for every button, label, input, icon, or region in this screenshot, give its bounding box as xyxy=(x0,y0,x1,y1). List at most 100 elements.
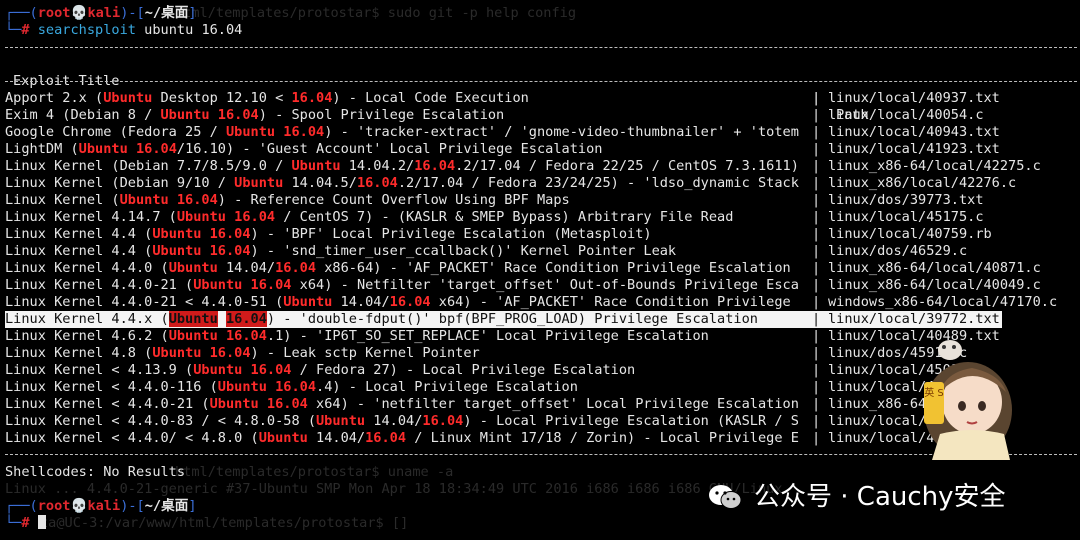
search-match: Ubuntu 16.04 xyxy=(193,277,292,293)
exploit-title: Linux Kernel 4.4.x (Ubuntu 16.04) - 'dou… xyxy=(5,311,813,328)
table-row-selected[interactable]: Linux Kernel 4.4.x (Ubuntu 16.04) - 'dou… xyxy=(0,311,1080,328)
search-match: Ubuntu 16.04 xyxy=(176,209,276,225)
ghost-line: Linux ... 4.4.0-21-generic #37-Ubuntu SM… xyxy=(5,481,783,497)
table-row[interactable]: Linux Kernel < 4.13.9 (Ubuntu 16.04 / Fe… xyxy=(0,362,1080,379)
prompt-host: kali xyxy=(87,5,121,21)
title-text: ) - Local Privilege Escalation (KASLR / … xyxy=(463,413,799,429)
search-match: 16.04 xyxy=(275,260,317,276)
title-text: Desktop 12.10 < xyxy=(152,90,292,106)
exploit-path: linux/local/41923.txt xyxy=(828,141,1000,157)
table-row[interactable]: Linux Kernel 4.4 (Ubuntu 16.04) - 'BPF' … xyxy=(0,226,1080,243)
title-text: Linux Kernel < 4.13.9 ( xyxy=(5,362,194,378)
column-divider: | xyxy=(812,260,821,276)
wechat-icon xyxy=(709,485,742,509)
column-divider: | xyxy=(812,362,821,378)
title-text: ) - Leak sctp Kernel Pointer xyxy=(250,345,480,361)
terminal-window[interactable]: html/templates/protostar$ sudo git -p he… xyxy=(0,0,1080,540)
table-row[interactable]: Google Chrome (Fedora 25 / Ubuntu 16.04)… xyxy=(0,124,1080,141)
table-row[interactable]: Linux Kernel 4.4 (Ubuntu 16.04) - 'snd_t… xyxy=(0,243,1080,260)
title-text: 14.04/ xyxy=(365,413,423,429)
exploit-title: Linux Kernel < 4.4.0/ < 4.8.0 (Ubuntu 14… xyxy=(5,430,813,447)
exploit-path: linux_x86-64/local/40049.c xyxy=(828,277,1041,293)
search-match: Ubuntu 16.04 xyxy=(168,328,267,344)
table-row[interactable]: Apport 2.x (Ubuntu Desktop 12.10 < 16.04… xyxy=(0,90,1080,107)
prompt-frame-close: ] xyxy=(188,498,197,514)
column-divider: | xyxy=(812,209,821,225)
table-row[interactable]: Exim 4 (Debian 8 / Ubuntu 16.04) - Spool… xyxy=(0,107,1080,124)
command-name: searchsploit xyxy=(37,22,136,38)
exploit-path: linux/dos/46529.c xyxy=(828,243,968,259)
title-text: Linux Kernel ( xyxy=(5,192,120,208)
search-match: Ubuntu xyxy=(168,260,218,276)
title-text: ) - 'BPF' Local Privilege Escalation (Me… xyxy=(250,226,652,242)
table-row[interactable]: Linux Kernel 4.14.7 (Ubuntu 16.04 / Cent… xyxy=(0,209,1080,226)
title-text: x86-64) - 'AF_PACKET' Race Condition Pri… xyxy=(316,260,791,276)
exploit-title: Linux Kernel (Debian 9/10 / Ubuntu 14.04… xyxy=(5,175,813,192)
title-text: 14.04/ xyxy=(332,294,390,310)
search-match: Ubuntu xyxy=(168,311,218,327)
title-text: Linux Kernel 4.14.7 ( xyxy=(5,209,177,225)
shellcodes-line: Shellcodes: No Results xyxy=(5,464,186,480)
prompt-hash: # xyxy=(21,515,30,531)
title-text: LightDM ( xyxy=(5,141,79,157)
table-row[interactable]: Linux Kernel 4.8 (Ubuntu 16.04) - Leak s… xyxy=(0,345,1080,362)
column-divider: | xyxy=(812,328,821,344)
prompt-user: root xyxy=(37,5,71,21)
table-row[interactable]: Linux Kernel 4.6.2 (Ubuntu 16.04.1) - 'I… xyxy=(0,328,1080,345)
title-text: 14.04.5/ xyxy=(283,175,357,191)
exploit-title: Linux Kernel 4.14.7 (Ubuntu 16.04 / Cent… xyxy=(5,209,813,226)
exploit-title: Linux Kernel 4.8 (Ubuntu 16.04) - Leak s… xyxy=(5,345,813,362)
exploit-title: LightDM (Ubuntu 16.04/16.10) - 'Guest Ac… xyxy=(5,141,813,158)
column-divider: | xyxy=(812,277,821,293)
title-text: Linux Kernel 4.4.0-21 ( xyxy=(5,277,194,293)
input-line[interactable]: └─# xyxy=(5,515,46,532)
table-row[interactable]: Linux Kernel (Debian 9/10 / Ubuntu 14.04… xyxy=(0,175,1080,192)
table-row[interactable]: Linux Kernel < 4.4.0-116 (Ubuntu 16.04.4… xyxy=(0,379,1080,396)
prompt-corner: └─ xyxy=(5,22,22,38)
title-text: Linux Kernel 4.6.2 ( xyxy=(5,328,169,344)
table-row[interactable]: LightDM (Ubuntu 16.04/16.10) - 'Guest Ac… xyxy=(0,141,1080,158)
table-row[interactable]: Linux Kernel < 4.4.0/ < 4.8.0 (Ubuntu 14… xyxy=(0,430,1080,447)
exploit-title: Linux Kernel < 4.4.0-83 / < 4.8.0-58 (Ub… xyxy=(5,413,813,430)
table-row[interactable]: Linux Kernel (Debian 7.7/8.5/9.0 / Ubunt… xyxy=(0,158,1080,175)
exploit-title: Exim 4 (Debian 8 / Ubuntu 16.04) - Spool… xyxy=(5,107,813,124)
exploit-title: Linux Kernel 4.4.0-21 (Ubuntu 16.04 x64)… xyxy=(5,277,813,294)
title-text: ) - 'tracker-extract' / 'gnome-video-thu… xyxy=(324,124,799,140)
title-text: Linux Kernel (Debian 9/10 / xyxy=(5,175,235,191)
title-text: Linux Kernel < 4.4.0/ < 4.8.0 ( xyxy=(5,430,259,446)
exploit-title: Google Chrome (Fedora 25 / Ubuntu 16.04)… xyxy=(5,124,813,141)
search-match: 16.04 xyxy=(291,90,333,106)
exploit-title: Linux Kernel 4.4 (Ubuntu 16.04) - 'snd_t… xyxy=(5,243,813,260)
column-divider: | xyxy=(812,107,821,123)
column-divider: | xyxy=(812,141,821,157)
title-text: Linux Kernel < 4.4.0-116 ( xyxy=(5,379,218,395)
search-match: Ubuntu 16.04 xyxy=(152,243,251,259)
title-text: Exim 4 (Debian 8 / xyxy=(5,107,161,123)
prompt-frame: ┌──( xyxy=(5,498,38,514)
table-header: Exploit Title | Path xyxy=(0,56,1080,123)
table-row[interactable]: Linux Kernel 4.4.0-21 (Ubuntu 16.04 x64)… xyxy=(0,277,1080,294)
exploit-title: Linux Kernel (Ubuntu 16.04) - Reference … xyxy=(5,192,813,209)
watermark-text: 公众号 · Cauchy安全 xyxy=(754,481,1006,512)
title-text: .4) - Local Privilege Escalation xyxy=(316,379,578,395)
text-cursor[interactable] xyxy=(37,515,46,529)
table-row[interactable]: Linux Kernel < 4.4.0-83 / < 4.8.0-58 (Ub… xyxy=(0,413,1080,430)
table-row[interactable]: Linux Kernel (Ubuntu 16.04) - Reference … xyxy=(0,192,1080,209)
title-text: Google Chrome (Fedora 25 / xyxy=(5,124,226,140)
column-divider: | xyxy=(812,90,821,106)
prompt-frame-mid: )-[ xyxy=(120,5,145,21)
table-row[interactable]: Linux Kernel 4.4.0 (Ubuntu 14.04/16.04 x… xyxy=(0,260,1080,277)
column-divider: | xyxy=(812,158,821,174)
search-match: 16.04 xyxy=(225,311,267,327)
prompt-frame-mid: )-[ xyxy=(120,498,145,514)
search-match: 16.04 xyxy=(422,413,464,429)
table-row[interactable]: Linux Kernel 4.4.0-21 < 4.4.0-51 (Ubuntu… xyxy=(0,294,1080,311)
table-row[interactable]: Linux Kernel < 4.4.0-21 (Ubuntu 16.04 x6… xyxy=(0,396,1080,413)
prompt-host: kali xyxy=(87,498,121,514)
title-text: x64) - Netfilter 'target_offset' Out-of-… xyxy=(291,277,799,293)
prompt-frame-close: ] xyxy=(188,5,197,21)
exploit-title: Linux Kernel 4.4 (Ubuntu 16.04) - 'BPF' … xyxy=(5,226,813,243)
exploit-title: Linux Kernel (Debian 7.7/8.5/9.0 / Ubunt… xyxy=(5,158,813,175)
prompt-corner: └─ xyxy=(5,515,22,531)
title-text: 14.04.2/ xyxy=(340,158,415,174)
